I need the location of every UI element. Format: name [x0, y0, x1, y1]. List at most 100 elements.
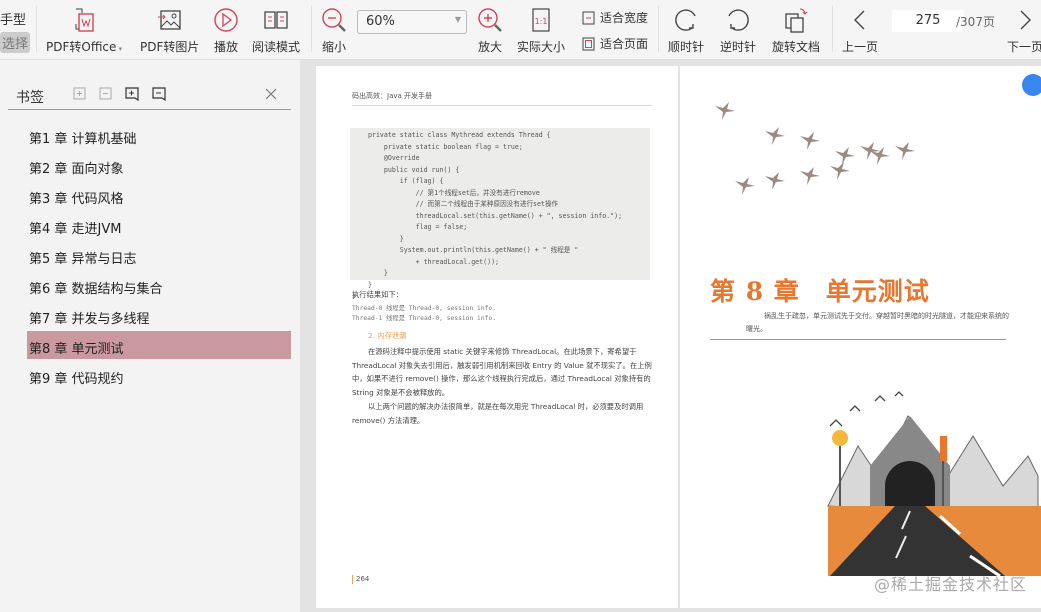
- bookmark-item[interactable]: 第4 章 走进JVM: [27, 211, 291, 239]
- code-line: public void run() {: [368, 165, 460, 174]
- chevron-left-icon: [854, 10, 865, 30]
- fit-width-button[interactable]: 适合宽度: [582, 9, 648, 26]
- prev-page-label: 上一页: [842, 40, 879, 54]
- page-number-input[interactable]: 275: [892, 10, 964, 32]
- total-pages: /307页: [956, 15, 995, 29]
- zoom-out-icon: [322, 8, 346, 32]
- hand-tool-button[interactable]: 手型: [0, 9, 26, 28]
- play-icon: [214, 8, 238, 32]
- code-line: threadLocal.set(this.getName() + ", sess…: [368, 211, 623, 220]
- document-viewer[interactable]: 码出高效：Java 开发手册 private static class Myth…: [300, 60, 1041, 612]
- image-icon: [157, 10, 181, 30]
- code-line: + threadLocal.get());: [368, 257, 500, 266]
- add-bookmark-icon[interactable]: [125, 87, 139, 101]
- code-line: // 而第二个线程由于某种原因没有进行set操作: [368, 200, 559, 208]
- birds-illustration: [715, 102, 915, 195]
- pdf-to-office-button[interactable]: PDF转Office ▾: [46, 0, 122, 55]
- read-mode-button[interactable]: 阅读模式: [252, 0, 300, 55]
- rotate-clockwise-button[interactable]: 顺时针: [668, 0, 704, 55]
- prev-page-button[interactable]: 上一页: [842, 0, 878, 55]
- collapse-all-icon[interactable]: [98, 87, 112, 101]
- code-line: private static class Mythread extends Th…: [368, 131, 551, 139]
- rotate-document-button[interactable]: 旋转文档: [772, 0, 820, 55]
- page-number: 264: [352, 575, 369, 584]
- bookmark-item[interactable]: 第2 章 面向对象: [27, 151, 291, 179]
- assistant-float-button[interactable]: [1022, 74, 1041, 96]
- bird-mark: [715, 102, 735, 120]
- result-label: 执行结果如下：: [352, 290, 404, 299]
- actual-size-button[interactable]: 1:1 实际大小: [517, 0, 565, 55]
- remove-bookmark-icon[interactable]: [152, 87, 166, 101]
- svg-text:1:1: 1:1: [535, 17, 548, 26]
- code-line: // 第1个线程set后，并没有进行remove: [368, 188, 540, 197]
- paragraph: 在源码注释中提示使用 static 关键字来修饰 ThreadLocal。在此场…: [352, 347, 652, 397]
- bookmark-item[interactable]: 第9 章 代码规约: [27, 361, 291, 389]
- code-line: }: [368, 280, 372, 289]
- book-icon: [264, 11, 288, 29]
- select-tool-button[interactable]: 选择: [0, 32, 31, 53]
- bird-mark: [765, 172, 785, 190]
- actual-size-icon: 1:1: [532, 8, 550, 32]
- bookmark-panel: 书签 第1 章 计算机基础 第2 章 面向对象 第3 章 代码风格 第4 章 走进JV…: [0, 60, 300, 612]
- rotate-clockwise-icon: [675, 9, 696, 31]
- section-heading: 2. 内存泄漏: [368, 331, 407, 340]
- output-line: Thread-0 线程是 Thread-0, session info.: [352, 305, 496, 312]
- fit-page-icon: [582, 37, 595, 50]
- counterclockwise-label: 逆时针: [720, 40, 757, 54]
- tunnel-road-illustration: [827, 391, 1041, 578]
- pdf-to-office-label: PDF转Office: [46, 40, 117, 54]
- zoom-value: 60%: [366, 14, 395, 29]
- rotate-counterclockwise-button[interactable]: 逆时针: [720, 0, 756, 55]
- code-line: }: [368, 269, 388, 277]
- bookmark-item[interactable]: 第7 章 并发与多线程: [27, 301, 291, 329]
- actual-size-label: 实际大小: [517, 40, 566, 54]
- bird-mark: [830, 162, 850, 180]
- bookmark-panel-title: 书签: [16, 90, 44, 106]
- watermark: @稀土掘金技术社区: [873, 575, 1027, 594]
- zoom-in-icon: [478, 8, 502, 32]
- bird-mark: [835, 147, 855, 165]
- chapter-epigraph: 祸乱生于疏忽，单元测试先于交付。穿越暂时黑暗的时光隧道，才能迎来系统的曙光。: [746, 312, 1009, 333]
- page-264: 码出高效：Java 开发手册 private static class Myth…: [316, 66, 678, 608]
- rotate-counterclockwise-icon: [728, 9, 749, 31]
- bird-mark: [895, 142, 915, 160]
- bookmark-item[interactable]: 第5 章 异常与日志: [27, 241, 291, 269]
- output-line: Thread-1 线程是 Thread-0, session info.: [352, 315, 496, 322]
- toolbar: 手型 选择 PDF转Office ▾ PDF转图片 播放 阅读模式 缩小 60%…: [0, 0, 1041, 60]
- code-line: }: [368, 234, 404, 243]
- next-page-label: 下一页: [1007, 40, 1041, 54]
- fit-page-button[interactable]: 适合页面: [582, 35, 648, 52]
- clockwise-label: 顺时针: [668, 40, 705, 54]
- bookmark-item[interactable]: 第8 章 单元测试: [27, 331, 291, 359]
- bird-mark: [800, 132, 820, 150]
- bookmark-item[interactable]: 第6 章 数据结构与集合: [27, 271, 291, 299]
- page-chapter-8: 第 8 章 单元测试 祸乱生于疏忽，单元测试先于交付。穿越暂时黑暗的时光隧道，才…: [680, 66, 1041, 608]
- zoom-in-label: 放大: [477, 40, 502, 54]
- bookmark-item[interactable]: 第3 章 代码风格: [27, 181, 291, 209]
- code-line: private static boolean flag = true;: [368, 142, 523, 151]
- running-header: 码出高效：Java 开发手册: [352, 92, 433, 100]
- pdf-to-image-button[interactable]: PDF转图片: [140, 0, 199, 55]
- bookmark-panel-header: 书签: [8, 68, 291, 110]
- code-block: private static class Mythread extends Th…: [350, 128, 650, 300]
- zoom-out-label: 缩小: [321, 40, 346, 54]
- zoom-select[interactable]: 60% ▼: [357, 10, 467, 34]
- pdf-to-office-icon: [75, 8, 94, 32]
- chevron-down-icon: ▼: [454, 15, 461, 24]
- code-line: if (flag) {: [368, 177, 444, 185]
- close-icon[interactable]: [264, 87, 278, 101]
- fit-width-icon: [582, 11, 595, 24]
- chevron-right-icon: [1020, 10, 1031, 30]
- pdf-to-image-label: PDF转图片: [140, 40, 200, 54]
- bird-mark: [735, 177, 755, 195]
- bookmark-item[interactable]: 第1 章 计算机基础: [27, 121, 291, 149]
- next-page-button[interactable]: 下一页: [1007, 0, 1041, 55]
- expand-all-icon[interactable]: [72, 87, 86, 101]
- bird-mark: [765, 127, 785, 145]
- fit-page-label: 适合页面: [600, 37, 649, 51]
- zoom-out-button[interactable]: 缩小: [320, 0, 348, 55]
- code-line: System.out.println(this.getName() + " 线程…: [368, 246, 579, 254]
- chapter-title: 第 8 章 单元测试: [710, 277, 930, 306]
- play-button[interactable]: 播放: [212, 0, 240, 55]
- zoom-in-button[interactable]: 放大: [476, 0, 504, 55]
